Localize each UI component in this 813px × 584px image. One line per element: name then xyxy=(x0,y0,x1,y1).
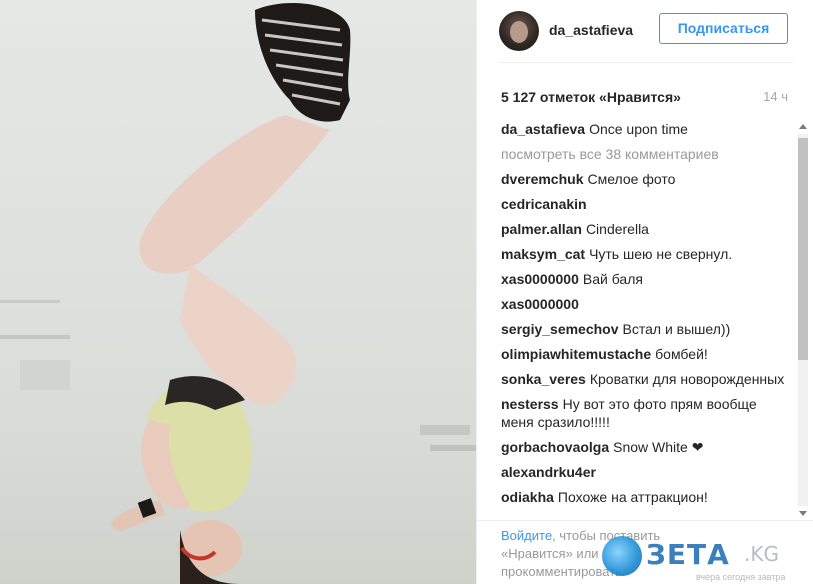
comment-text: Чуть шею не свернул. xyxy=(589,246,733,262)
comment-text: Snow White ❤ xyxy=(613,439,704,455)
comment: odiakha Похоже на аттракцион! xyxy=(501,488,793,506)
post-photo[interactable] xyxy=(0,0,476,584)
post-sidebar: da_astafieva Подписаться 5 127 отметок «… xyxy=(476,0,813,584)
post-header: da_astafieva Подписаться xyxy=(477,0,813,62)
comments-list: da_astafieva Once upon time посмотреть вс… xyxy=(501,120,793,520)
comment-author[interactable]: dveremchuk xyxy=(501,171,583,187)
comment-author[interactable]: alexandrku4er xyxy=(501,464,596,480)
comment-text: Смелое фото xyxy=(587,171,676,187)
username-link[interactable]: da_astafieva xyxy=(549,22,633,38)
login-prompt-line2: «Нравится» или xyxy=(501,546,599,561)
comment-author[interactable]: sonka_veres xyxy=(501,371,586,387)
comment-author[interactable]: da_astafieva xyxy=(501,121,585,137)
comment: xas0000000 xyxy=(501,295,793,313)
comment: sergiy_semechov Встал и вышел)) xyxy=(501,320,793,338)
comment-caption: da_astafieva Once upon time xyxy=(501,120,793,138)
avatar-face xyxy=(510,21,528,43)
comment-text: Вай баля xyxy=(582,271,643,287)
comment: gorbachovaolga Snow White ❤ xyxy=(501,438,793,456)
comment: sonka_veres Кроватки для новорожденных xyxy=(501,370,793,388)
likes-row: 5 127 отметок «Нравится» 14 ч xyxy=(477,78,813,114)
comment-author[interactable]: olimpiawhitemustache xyxy=(501,346,651,362)
login-link[interactable]: Войдите xyxy=(501,528,552,543)
comments-scrollbar[interactable] xyxy=(795,120,811,520)
comment-text: Cinderella xyxy=(585,221,649,237)
view-all-comments[interactable]: посмотреть все 38 комментариев xyxy=(501,145,793,163)
comment: nesterss Ну вот это фото прям вообще меня… xyxy=(501,395,793,431)
comment: cedricanakin xyxy=(501,195,793,213)
watermark-brand: ЗЕТА xyxy=(646,538,730,571)
comment-author[interactable]: nesterss xyxy=(501,396,559,412)
comment-author[interactable]: xas0000000 xyxy=(501,271,579,287)
comment-text: Похоже на аттракцион! xyxy=(557,489,708,505)
comment: olimpiawhitemustache бомбей! xyxy=(501,345,793,363)
watermark-logo-icon xyxy=(602,536,642,576)
comment-text: Кроватки для новорожденных xyxy=(589,371,785,387)
comment-author[interactable]: gorbachovaolga xyxy=(501,439,609,455)
comment-text: Встал и вышел)) xyxy=(622,321,731,337)
photo-illustration xyxy=(0,2,476,584)
follow-button[interactable]: Подписаться xyxy=(659,13,788,44)
comment-author[interactable]: xas0000000 xyxy=(501,296,579,312)
comment: palmer.allan Cinderella xyxy=(501,220,793,238)
comment: xas0000000 Вай баля xyxy=(501,270,793,288)
watermark-tagline: вчера сегодня завтра xyxy=(696,572,786,582)
scroll-down-arrow-icon[interactable] xyxy=(799,511,807,516)
comment-text: бомбей! xyxy=(655,346,708,362)
scrollbar-thumb[interactable] xyxy=(798,138,808,360)
footer-divider xyxy=(477,520,813,521)
comment-author[interactable]: palmer.allan xyxy=(501,221,582,237)
likes-count[interactable]: 5 127 отметок «Нравится» xyxy=(501,89,681,105)
watermark-domain: .KG xyxy=(744,542,779,566)
comment: maksym_cat Чуть шею не свернул. xyxy=(501,245,793,263)
avatar[interactable] xyxy=(499,11,539,51)
comment-author[interactable]: cedricanakin xyxy=(501,196,587,212)
comment: alexandrku4er xyxy=(501,463,793,481)
post-time[interactable]: 14 ч xyxy=(763,89,788,104)
header-divider xyxy=(499,62,793,63)
comment-author[interactable]: maksym_cat xyxy=(501,246,585,262)
comment-author[interactable]: odiakha xyxy=(501,489,554,505)
comment-author[interactable]: sergiy_semechov xyxy=(501,321,619,337)
view-all-comments-link[interactable]: посмотреть все 38 комментариев xyxy=(501,146,719,162)
comment-text: Once upon time xyxy=(589,121,688,137)
comment: dveremchuk Смелое фото xyxy=(501,170,793,188)
site-watermark: ЗЕТА .KG вчера сегодня завтра xyxy=(590,528,813,584)
scroll-up-arrow-icon[interactable] xyxy=(799,124,807,129)
